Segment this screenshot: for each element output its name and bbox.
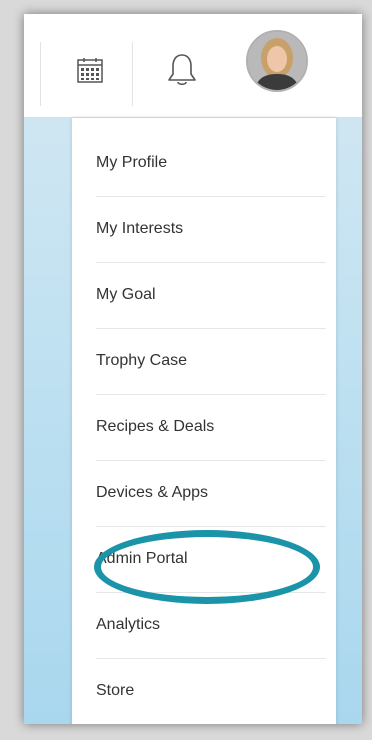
menu-item-recipes-deals[interactable]: Recipes & Deals xyxy=(96,394,326,461)
menu-item-store[interactable]: Store xyxy=(96,658,326,724)
notifications-button[interactable] xyxy=(154,42,210,98)
user-photo xyxy=(248,32,306,90)
screenshot-frame: My Profile My Interests My Goal Trophy C… xyxy=(0,0,372,740)
menu-item-my-profile[interactable]: My Profile xyxy=(96,130,326,197)
calendar-button[interactable] xyxy=(64,44,116,96)
bell-icon xyxy=(168,54,196,86)
app-window: My Profile My Interests My Goal Trophy C… xyxy=(24,14,362,724)
menu-item-my-interests[interactable]: My Interests xyxy=(96,196,326,263)
user-avatar[interactable] xyxy=(246,30,308,92)
header-divider xyxy=(132,42,133,106)
top-header-bar xyxy=(24,14,362,118)
menu-item-devices-apps[interactable]: Devices & Apps xyxy=(96,460,326,527)
menu-item-analytics[interactable]: Analytics xyxy=(96,592,326,659)
menu-item-my-goal[interactable]: My Goal xyxy=(96,262,326,329)
calendar-icon xyxy=(77,58,103,83)
menu-item-trophy-case[interactable]: Trophy Case xyxy=(96,328,326,395)
profile-dropdown-menu: My Profile My Interests My Goal Trophy C… xyxy=(72,118,336,724)
menu-item-admin-portal[interactable]: Admin Portal xyxy=(96,526,326,593)
header-divider xyxy=(40,42,41,106)
